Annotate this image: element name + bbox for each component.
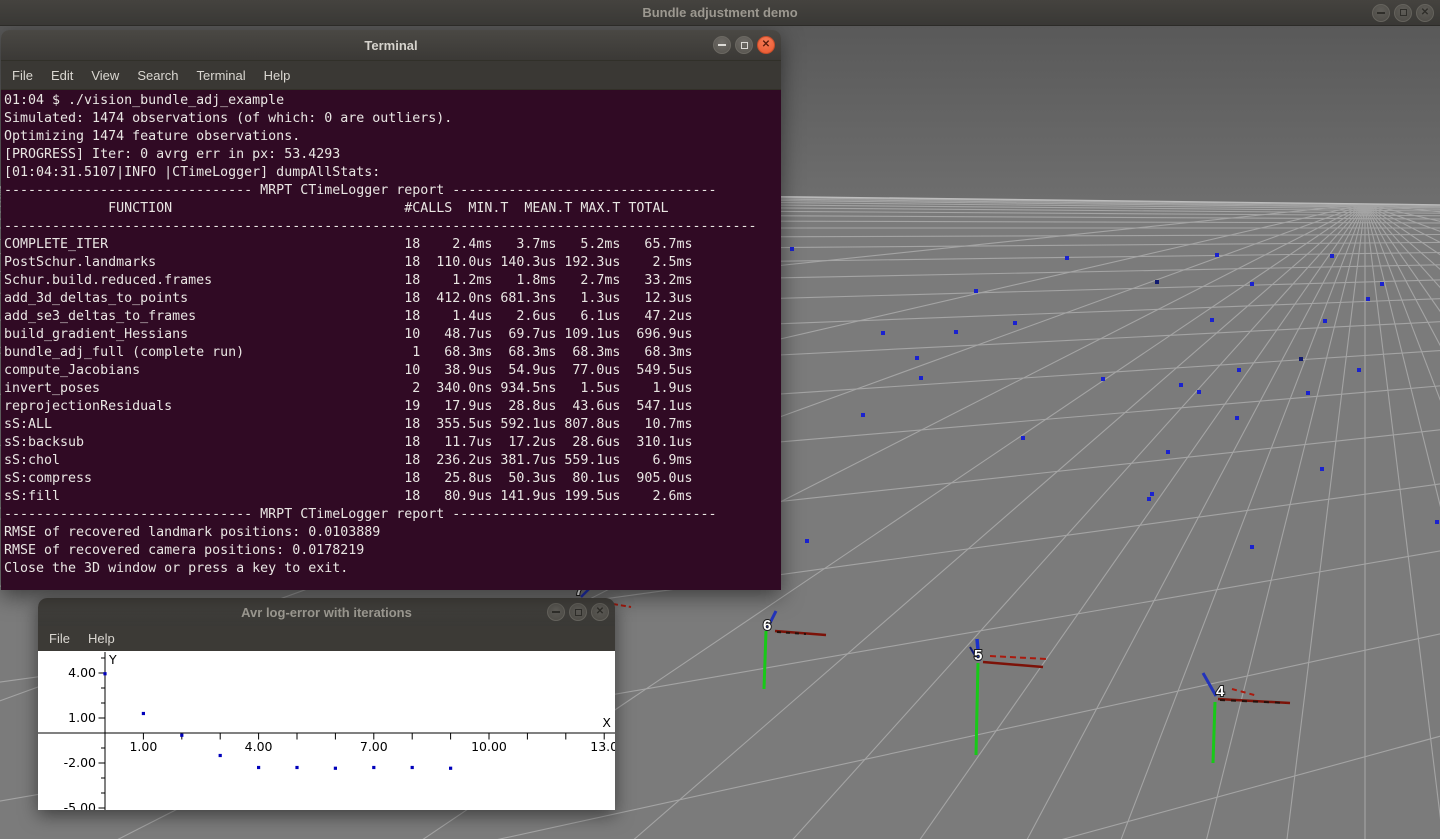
landmark-point (954, 330, 958, 334)
x-tick-label: 4.00 (245, 739, 273, 754)
camera-axis (1213, 702, 1215, 763)
landmark-point (1101, 377, 1105, 381)
data-point (334, 767, 337, 770)
landmark-point-dark (1299, 357, 1303, 361)
terminal-window: Terminal ✕ FileEditViewSearchTerminalHel… (1, 30, 781, 590)
landmark-point (1021, 436, 1025, 440)
terminal-menu-help[interactable]: Help (255, 68, 300, 83)
landmark-point (919, 376, 923, 380)
y-tick-label: -2.00 (64, 755, 96, 770)
landmark-point (805, 539, 809, 543)
landmark-point (1147, 497, 1151, 501)
plot-minimize-button[interactable] (547, 603, 565, 621)
plot-window: Avr log-error with iterations ✕ FileHelp… (38, 598, 615, 810)
landmark-point (1323, 319, 1327, 323)
landmark-point-dark (1155, 280, 1159, 284)
x-tick-label: 7.00 (360, 739, 388, 754)
landmark-point (1320, 467, 1324, 471)
minimize-icon (552, 611, 560, 613)
plot-menu-help[interactable]: Help (79, 631, 124, 646)
landmark-point (790, 247, 794, 251)
terminal-menubar: FileEditViewSearchTerminalHelp (1, 61, 781, 90)
main-window-title: Bundle adjustment demo (642, 5, 797, 20)
terminal-minimize-button[interactable] (713, 36, 731, 54)
landmark-point (974, 289, 978, 293)
landmark-point (1179, 383, 1183, 387)
terminal-close-button[interactable]: ✕ (757, 36, 775, 54)
terminal-menu-edit[interactable]: Edit (42, 68, 82, 83)
camera-label: 6 (763, 617, 771, 634)
data-point (142, 712, 145, 715)
landmark-point (1215, 253, 1219, 257)
terminal-output: 01:04 $ ./vision_bundle_adj_example Simu… (1, 90, 781, 578)
x-tick-label: 1.00 (129, 739, 157, 754)
main-maximize-button[interactable] (1394, 4, 1412, 22)
plot-title: Avr log-error with iterations (241, 605, 412, 620)
terminal-titlebar[interactable]: Terminal ✕ (1, 30, 781, 61)
landmark-point (1150, 492, 1154, 496)
data-point (411, 766, 414, 769)
terminal-title: Terminal (364, 38, 417, 53)
main-minimize-button[interactable] (1372, 4, 1390, 22)
close-icon: ✕ (762, 40, 770, 50)
plot-menu-file[interactable]: File (40, 631, 79, 646)
main-window-titlebar: Bundle adjustment demo ✕ (0, 0, 1440, 26)
landmark-point (861, 413, 865, 417)
terminal-body[interactable]: 01:04 $ ./vision_bundle_adj_example Simu… (1, 90, 781, 590)
plot-close-button[interactable]: ✕ (591, 603, 609, 621)
main-close-button[interactable]: ✕ (1416, 4, 1434, 22)
camera-label: 5 (974, 647, 982, 664)
minimize-icon (1377, 12, 1385, 14)
landmark-point (1330, 254, 1334, 258)
maximize-icon (1400, 9, 1407, 16)
close-icon: ✕ (1421, 8, 1429, 18)
landmark-point (1366, 297, 1370, 301)
landmark-point (1250, 545, 1254, 549)
camera-label: 4 (1216, 683, 1225, 700)
camera-axis (976, 663, 978, 755)
maximize-icon (741, 42, 748, 49)
landmark-point (1380, 282, 1384, 286)
terminal-menu-terminal[interactable]: Terminal (188, 68, 255, 83)
y-tick-label: 1.00 (68, 710, 96, 725)
terminal-menu-file[interactable]: File (3, 68, 42, 83)
data-point (180, 734, 183, 737)
plot-titlebar[interactable]: Avr log-error with iterations ✕ (38, 598, 615, 626)
landmark-point (1237, 368, 1241, 372)
terminal-menu-view[interactable]: View (82, 68, 128, 83)
landmark-point (1435, 520, 1439, 524)
data-point (449, 767, 452, 770)
camera-axis (764, 631, 766, 689)
terminal-maximize-button[interactable] (735, 36, 753, 54)
y-tick-label: -5.00 (64, 800, 96, 810)
maximize-icon (575, 609, 582, 616)
y-axis-label: Y (108, 652, 117, 667)
landmark-point (1306, 391, 1310, 395)
minimize-icon (718, 44, 726, 46)
y-tick-label: 4.00 (68, 665, 96, 680)
plot-maximize-button[interactable] (569, 603, 587, 621)
data-point (372, 766, 375, 769)
landmark-point (1065, 256, 1069, 260)
close-icon: ✕ (596, 607, 604, 617)
landmark-point (881, 331, 885, 335)
x-tick-label: 10.00 (471, 739, 507, 754)
landmark-point (1357, 368, 1361, 372)
data-point (295, 766, 298, 769)
landmark-point (1210, 318, 1214, 322)
plot-canvas[interactable]: 4.00 1.00 -2.00 -5.00 1.00 4.00 7.00 10.00 13.0 Y… (38, 651, 615, 810)
landmark-point (1166, 450, 1170, 454)
data-point (103, 672, 106, 675)
landmark-point (1235, 416, 1239, 420)
plot-menubar: FileHelp (38, 626, 615, 651)
data-point (219, 754, 222, 757)
landmark-point (915, 356, 919, 360)
data-point (257, 766, 260, 769)
landmark-point (1013, 321, 1017, 325)
landmark-point (1250, 282, 1254, 286)
landmark-point (1197, 390, 1201, 394)
x-axis-label: X (602, 715, 611, 730)
terminal-menu-search[interactable]: Search (128, 68, 187, 83)
x-tick-label: 13.0 (590, 739, 615, 754)
